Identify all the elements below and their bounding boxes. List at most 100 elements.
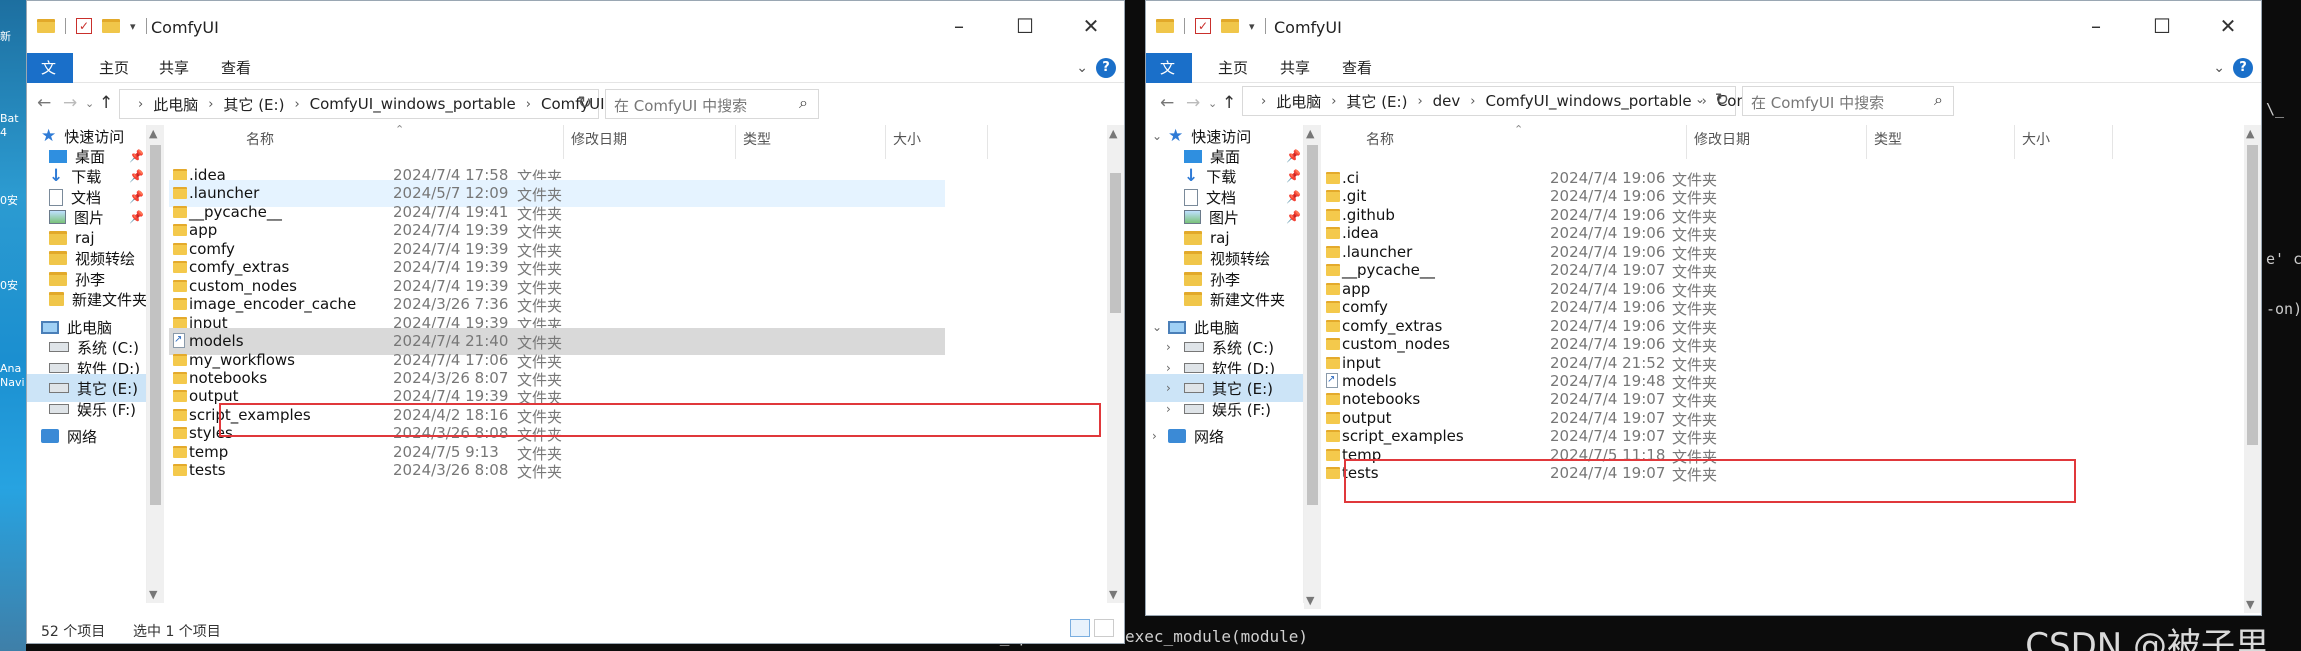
tab-view[interactable]: 查看 bbox=[207, 53, 265, 83]
column-header-size[interactable]: 大小 bbox=[893, 129, 921, 149]
scroll-down-icon[interactable]: ▼ bbox=[1306, 594, 1314, 607]
pin-icon[interactable]: 📌 bbox=[1286, 169, 1301, 183]
title-bar[interactable]: ✓ ▾ ComfyUI – ☐ ✕ bbox=[1146, 1, 2261, 53]
column-header-type[interactable]: 类型 bbox=[743, 129, 771, 149]
details-view-icon[interactable] bbox=[1070, 619, 1090, 637]
address-dropdown-icon[interactable]: ⌄ bbox=[1695, 92, 1705, 106]
maximize-icon[interactable]: ☐ bbox=[2129, 11, 2195, 41]
new-folder-icon[interactable] bbox=[102, 19, 120, 33]
collapse-arrow-icon[interactable]: › bbox=[1166, 340, 1171, 354]
scroll-down-icon[interactable]: ▼ bbox=[1109, 588, 1117, 601]
recent-locations-icon[interactable]: ⌄ bbox=[1208, 97, 1217, 110]
nav-pane-scrollbar[interactable]: ▲ ▼ bbox=[1304, 125, 1321, 609]
desktop-label[interactable]: Navi bbox=[0, 376, 26, 390]
expand-arrow-icon[interactable]: ⌄ bbox=[1152, 320, 1162, 334]
column-separator[interactable] bbox=[1686, 125, 1687, 159]
desktop-label[interactable]: 4 bbox=[0, 126, 26, 140]
expand-ribbon-icon[interactable]: ⌄ bbox=[2213, 60, 2225, 76]
minimize-icon[interactable]: – bbox=[926, 11, 992, 41]
scroll-up-icon[interactable]: ▲ bbox=[1109, 127, 1117, 140]
close-icon[interactable]: ✕ bbox=[1058, 11, 1124, 41]
pin-icon[interactable]: 📌 bbox=[1286, 190, 1301, 204]
collapse-arrow-icon[interactable]: › bbox=[1152, 429, 1157, 443]
pin-icon[interactable]: 📌 bbox=[129, 190, 144, 204]
refresh-icon[interactable]: ↻ bbox=[578, 93, 592, 113]
chevron-right-icon[interactable]: › bbox=[1261, 94, 1266, 109]
desktop-label[interactable]: Bat bbox=[0, 112, 26, 126]
nav-drive-f[interactable]: 娱乐 (F:) bbox=[27, 395, 146, 423]
column-separator[interactable] bbox=[563, 125, 564, 159]
search-icon[interactable]: ⌕ bbox=[1934, 90, 1943, 110]
tab-file[interactable]: 文件 bbox=[1146, 53, 1192, 107]
chevron-right-icon[interactable]: › bbox=[1417, 94, 1422, 109]
column-header-type[interactable]: 类型 bbox=[1874, 129, 1902, 149]
column-header-size[interactable]: 大小 bbox=[2022, 129, 2050, 149]
refresh-icon[interactable]: ↻ bbox=[1715, 90, 1729, 110]
scroll-down-icon[interactable]: ▼ bbox=[149, 588, 157, 601]
column-separator[interactable] bbox=[735, 125, 736, 159]
recent-locations-icon[interactable]: ⌄ bbox=[85, 97, 94, 110]
tab-view[interactable]: 查看 bbox=[1328, 53, 1386, 83]
nav-item-new-folder[interactable]: 新建文件夹 bbox=[27, 285, 146, 313]
breadcrumb-this-pc[interactable]: 此电脑 bbox=[1276, 91, 1321, 112]
chevron-right-icon[interactable]: › bbox=[1331, 94, 1336, 109]
scroll-thumb[interactable] bbox=[2247, 145, 2258, 445]
chevron-right-icon[interactable]: › bbox=[1470, 94, 1475, 109]
column-separator[interactable] bbox=[885, 125, 886, 159]
breadcrumb-dev[interactable]: dev bbox=[1433, 92, 1461, 110]
chevron-right-icon[interactable]: › bbox=[526, 97, 531, 112]
file-list-scrollbar[interactable]: ▲ ▼ bbox=[1107, 125, 1124, 603]
file-list-scrollbar[interactable]: ▲ ▼ bbox=[2244, 125, 2261, 613]
tab-file[interactable]: 文件 bbox=[27, 53, 73, 107]
column-separator[interactable] bbox=[2112, 125, 2113, 159]
address-bar[interactable]: › 此电脑 › 其它 (E:) › ComfyUI_windows_portab… bbox=[119, 89, 605, 119]
file-row-tests[interactable]: tests 2024/3/26 8:08 文件夹 bbox=[169, 457, 945, 484]
help-icon[interactable]: ? bbox=[2233, 58, 2253, 78]
nav-network[interactable]: › 网络 bbox=[1146, 422, 1303, 450]
collapse-arrow-icon[interactable]: › bbox=[1166, 361, 1171, 375]
pin-icon[interactable]: 📌 bbox=[1286, 149, 1301, 163]
scroll-down-icon[interactable]: ▼ bbox=[2246, 598, 2254, 611]
scroll-up-icon[interactable]: ▲ bbox=[149, 127, 157, 140]
breadcrumb-portable[interactable]: ComfyUI_windows_portable bbox=[1485, 92, 1691, 110]
large-icons-view-icon[interactable] bbox=[1094, 619, 1114, 637]
forward-icon[interactable]: → bbox=[1186, 93, 1200, 113]
chevron-right-icon[interactable]: › bbox=[294, 97, 299, 112]
up-icon[interactable]: ↑ bbox=[1222, 93, 1236, 113]
scroll-thumb[interactable] bbox=[1307, 145, 1318, 505]
nav-pane-scrollbar[interactable]: ▲ ▼ bbox=[147, 125, 164, 603]
properties-icon[interactable]: ✓ bbox=[76, 18, 92, 34]
pin-icon[interactable]: 📌 bbox=[1286, 210, 1301, 224]
search-icon[interactable]: ⌕ bbox=[799, 93, 808, 113]
expand-arrow-icon[interactable]: ⌄ bbox=[1152, 129, 1162, 143]
customize-quick-access-icon[interactable]: ▾ bbox=[1249, 20, 1255, 33]
properties-icon[interactable]: ✓ bbox=[1195, 18, 1211, 34]
scroll-up-icon[interactable]: ▲ bbox=[2246, 127, 2254, 140]
nav-drive-f[interactable]: › 娱乐 (F:) bbox=[1146, 395, 1303, 423]
address-bar[interactable]: › 此电脑 › 其它 (E:) › dev › ComfyUI_windows_… bbox=[1242, 86, 1780, 116]
scroll-thumb[interactable] bbox=[150, 145, 161, 505]
pin-icon[interactable]: 📌 bbox=[129, 210, 144, 224]
minimize-icon[interactable]: – bbox=[2063, 11, 2129, 41]
expand-ribbon-icon[interactable]: ⌄ bbox=[1076, 60, 1088, 76]
title-bar[interactable]: ✓ ▾ ComfyUI – ☐ ✕ bbox=[27, 1, 1124, 53]
desktop-label[interactable]: 0安 bbox=[0, 279, 26, 293]
column-separator[interactable] bbox=[987, 125, 988, 159]
breadcrumb-portable[interactable]: ComfyUI_windows_portable bbox=[310, 95, 516, 113]
nav-item-new-folder[interactable]: 新建文件夹 bbox=[1146, 285, 1303, 313]
up-icon[interactable]: ↑ bbox=[99, 93, 113, 113]
chevron-right-icon[interactable]: › bbox=[208, 97, 213, 112]
breadcrumb-this-pc[interactable]: 此电脑 bbox=[153, 94, 198, 115]
desktop-label[interactable]: 0安 bbox=[0, 194, 26, 208]
nav-network[interactable]: 网络 bbox=[27, 422, 146, 450]
tab-home[interactable]: 主页 bbox=[1204, 53, 1262, 83]
tab-share[interactable]: 共享 bbox=[145, 53, 203, 83]
search-input[interactable]: 在 ComfyUI 中搜索 ⌕ bbox=[1742, 86, 1954, 116]
customize-quick-access-icon[interactable]: ▾ bbox=[130, 20, 136, 33]
collapse-arrow-icon[interactable]: › bbox=[1166, 381, 1171, 395]
column-separator[interactable] bbox=[1866, 125, 1867, 159]
column-separator[interactable] bbox=[2014, 125, 2015, 159]
chevron-right-icon[interactable]: › bbox=[138, 97, 143, 112]
collapse-arrow-icon[interactable]: › bbox=[1166, 402, 1171, 416]
breadcrumb-drive[interactable]: 其它 (E:) bbox=[1346, 91, 1407, 112]
